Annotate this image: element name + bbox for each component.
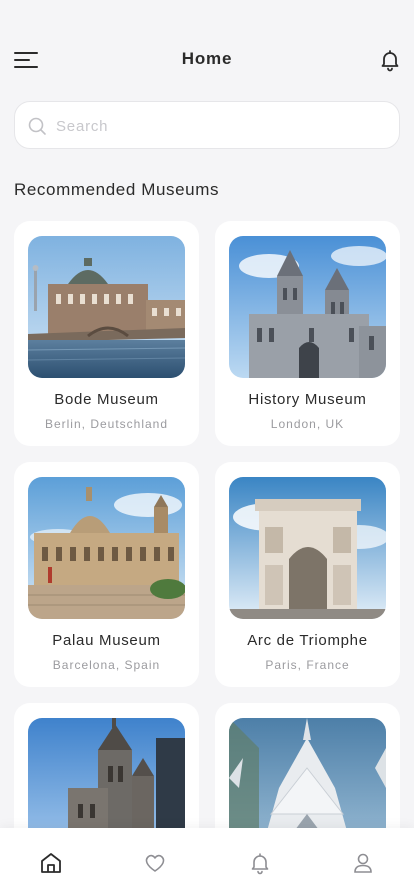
- museum-image: [28, 236, 185, 378]
- home-icon[interactable]: [38, 850, 64, 876]
- museum-name: History Museum: [248, 391, 367, 408]
- search-icon: [28, 117, 46, 135]
- header: Home: [0, 0, 414, 100]
- search-input[interactable]: [56, 112, 386, 140]
- bell-icon[interactable]: [247, 850, 273, 876]
- museum-location: Paris, France: [265, 658, 350, 672]
- museum-image: [229, 477, 386, 619]
- museum-location: Berlin, Deutschland: [44, 417, 169, 431]
- museum-name: Arc de Triomphe: [247, 632, 368, 649]
- bottom-navigation: [0, 828, 414, 896]
- user-icon[interactable]: [350, 850, 376, 876]
- museum-name: Palau Museum: [52, 632, 161, 649]
- section-title: Recommended Museums: [14, 180, 220, 199]
- museum-card[interactable]: Palau Museum Barcelona, Spain: [14, 462, 199, 687]
- app-screen: Home Recommended Museums: [0, 0, 414, 896]
- museum-card[interactable]: Bode Museum Berlin, Deutschland: [14, 221, 199, 446]
- heart-icon[interactable]: [142, 850, 168, 876]
- museum-name: Bode Museum: [54, 391, 159, 408]
- museum-card[interactable]: History Museum London, UK: [215, 221, 400, 446]
- notification-bell-icon[interactable]: [378, 48, 402, 72]
- museum-image: [28, 477, 185, 619]
- museum-image: [229, 236, 386, 378]
- page-title: Home: [181, 49, 233, 68]
- search-bar: [14, 101, 400, 149]
- museum-grid: Bode Museum Berlin, Deutschland History …: [14, 221, 400, 896]
- museum-location: Barcelona, Spain: [52, 658, 161, 672]
- museum-card[interactable]: Arc de Triomphe Paris, France: [215, 462, 400, 687]
- museum-location: London, UK: [270, 417, 345, 431]
